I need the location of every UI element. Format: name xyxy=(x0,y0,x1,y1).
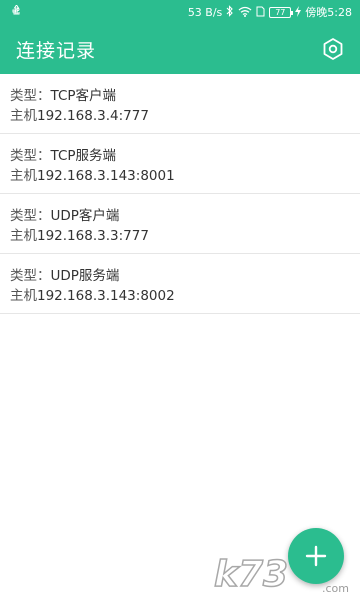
plus-icon xyxy=(305,545,327,567)
connection-type: TCP服务端 xyxy=(50,148,117,164)
carrier-text: 傍晚 xyxy=(305,6,328,19)
type-label: 类型： xyxy=(10,88,51,104)
connection-host: 192.168.3.3:777 xyxy=(37,228,149,244)
usb-icon xyxy=(12,3,21,20)
list-item[interactable]: 类型：UDP服务端 主机192.168.3.143:8002 xyxy=(0,254,360,314)
charging-icon xyxy=(295,5,302,19)
connection-type-line: 类型：TCP服务端 xyxy=(10,146,350,166)
net-speed: 53 B/s xyxy=(187,5,223,19)
app-bar: 连接记录 xyxy=(0,24,360,74)
sim-icon xyxy=(256,6,265,19)
status-bar-left xyxy=(12,3,21,20)
list-item[interactable]: 类型：UDP客户端 主机192.168.3.3:777 xyxy=(0,194,360,254)
wifi-icon xyxy=(238,6,252,19)
type-label: 类型： xyxy=(10,148,51,164)
add-connection-button[interactable] xyxy=(288,528,344,584)
list-item[interactable]: 类型：TCP服务端 主机192.168.3.143:8001 xyxy=(0,134,360,194)
settings-button[interactable] xyxy=(318,34,348,64)
connection-type: UDP客户端 xyxy=(50,208,120,224)
connection-type: TCP客户端 xyxy=(50,88,117,104)
svg-text:k73: k73 xyxy=(214,554,288,595)
connection-host-line: 主机192.168.3.143:8002 xyxy=(10,286,350,306)
host-label: 主机 xyxy=(10,288,37,304)
host-label: 主机 xyxy=(10,228,37,244)
battery-level: 77 xyxy=(275,7,286,17)
connection-type-line: 类型：UDP服务端 xyxy=(10,266,350,286)
host-label: 主机 xyxy=(10,108,37,124)
status-bar: 53 B/s 77 傍晚 5:28 xyxy=(0,0,360,24)
connection-type-line: 类型：UDP客户端 xyxy=(10,206,350,226)
page-title: 连接记录 xyxy=(16,39,97,62)
clock: 5:28 xyxy=(327,5,352,19)
bluetooth-icon xyxy=(226,5,234,19)
connection-host: 192.168.3.4:777 xyxy=(37,108,149,124)
type-label: 类型： xyxy=(10,268,51,284)
host-label: 主机 xyxy=(10,168,37,184)
connection-list: 类型：TCP客户端 主机192.168.3.4:777 类型：TCP服务端 主机… xyxy=(0,74,360,314)
svg-text:.com: .com xyxy=(322,582,349,595)
connection-host-line: 主机192.168.3.3:777 xyxy=(10,226,350,246)
type-label: 类型： xyxy=(10,208,51,224)
connection-host-line: 主机192.168.3.143:8001 xyxy=(10,166,350,186)
connection-host-line: 主机192.168.3.4:777 xyxy=(10,106,350,126)
connection-type: UDP服务端 xyxy=(50,268,120,284)
connection-host: 192.168.3.143:8002 xyxy=(37,288,175,304)
connection-host: 192.168.3.143:8001 xyxy=(37,168,175,184)
battery-icon: 77 xyxy=(269,6,294,18)
settings-hexagon-icon xyxy=(323,38,343,60)
status-bar-right: 53 B/s 77 傍晚 5:28 xyxy=(188,4,352,20)
list-item[interactable]: 类型：TCP客户端 主机192.168.3.4:777 xyxy=(0,74,360,134)
connection-type-line: 类型：TCP客户端 xyxy=(10,86,350,106)
